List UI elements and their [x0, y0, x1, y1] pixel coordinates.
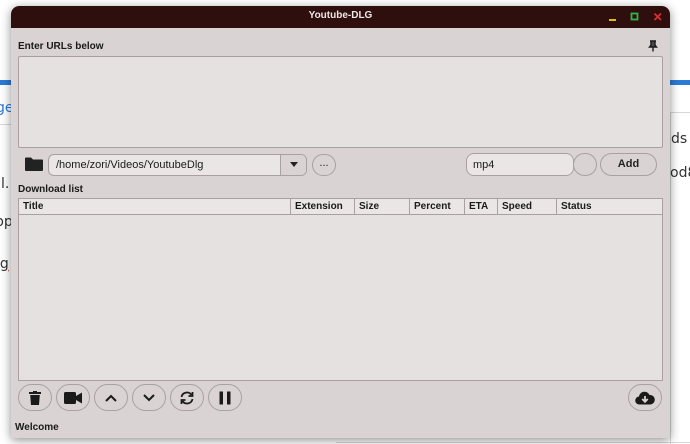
- reload-icon: [180, 391, 194, 404]
- column-header-extension[interactable]: Extension: [291, 199, 355, 214]
- minimize-button[interactable]: [607, 11, 619, 23]
- download-list-header: Title Extension Size Percent ETA Speed S…: [19, 199, 662, 215]
- background-text-fragment: l.: [1, 176, 10, 192]
- close-button[interactable]: [652, 11, 664, 23]
- maximize-button[interactable]: [629, 11, 641, 23]
- download-path-value: /home/zori/Videos/YoutubeDlg: [56, 159, 204, 171]
- pause-button[interactable]: [208, 384, 242, 411]
- cloud-download-icon: [635, 391, 655, 405]
- download-list-label: Download list: [18, 184, 83, 195]
- column-header-status[interactable]: Status: [557, 199, 662, 214]
- background-text-fragment: od8: [670, 165, 690, 181]
- triangle-down-icon: [290, 162, 298, 167]
- chevron-up-icon: [105, 394, 117, 402]
- move-down-button[interactable]: [132, 384, 166, 411]
- window-title: Youtube-DLG: [308, 10, 373, 21]
- background-text-fragment: ds t: [671, 131, 690, 147]
- browse-folder-button[interactable]: ...: [312, 154, 336, 176]
- chevron-down-icon: [143, 393, 155, 401]
- status-bar-text: Welcome: [15, 422, 59, 433]
- download-path-dropdown[interactable]: [280, 155, 306, 175]
- add-button[interactable]: Add: [600, 153, 657, 176]
- background-bottom-divider: [336, 442, 690, 443]
- video-format-combobox[interactable]: mp4: [466, 153, 574, 176]
- download-path-combobox[interactable]: /home/zori/Videos/YoutubeDlg: [48, 154, 307, 176]
- column-header-eta[interactable]: ETA: [465, 199, 498, 214]
- reload-button[interactable]: [170, 384, 204, 411]
- video-format-value: mp4: [473, 159, 495, 171]
- background-vertical-divider: [670, 112, 671, 444]
- pin-icon[interactable]: [648, 40, 658, 52]
- column-header-title[interactable]: Title: [19, 199, 291, 214]
- download-list-table[interactable]: Title Extension Size Percent ETA Speed S…: [18, 198, 663, 381]
- urls-input[interactable]: [18, 56, 663, 148]
- folder-icon: [25, 157, 43, 171]
- background-text-fragment: lg: [0, 256, 9, 272]
- trash-icon: [29, 390, 41, 405]
- delete-button[interactable]: [18, 384, 52, 411]
- move-up-button[interactable]: [94, 384, 128, 411]
- urls-label: Enter URLs below: [18, 41, 104, 52]
- app-window: Youtube-DLG Enter URLs below /home/zori/…: [11, 6, 670, 438]
- column-header-speed[interactable]: Speed: [498, 199, 557, 214]
- column-header-size[interactable]: Size: [355, 199, 410, 214]
- play-button[interactable]: [56, 384, 90, 411]
- video-camera-icon: [64, 391, 82, 404]
- pause-icon: [219, 391, 231, 404]
- title-bar[interactable]: Youtube-DLG: [11, 6, 670, 28]
- column-header-percent[interactable]: Percent: [410, 199, 465, 214]
- start-download-button[interactable]: [628, 384, 662, 411]
- format-options-button[interactable]: [573, 153, 597, 176]
